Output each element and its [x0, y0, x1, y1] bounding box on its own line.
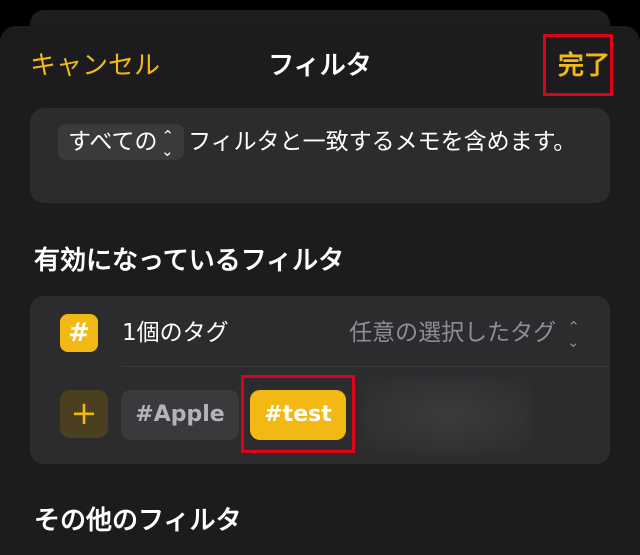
chevron-updown-icon: ⌃ ⌃: [567, 317, 580, 350]
done-button[interactable]: 完了: [558, 48, 610, 84]
tag-filter-card: # 1個のタグ 任意の選択したタグ ⌃ ⌃ + #Apple #test: [30, 296, 610, 464]
match-mode-card: すべての ⌃ ⌃ フィルタと一致するメモを含めます。: [30, 108, 610, 203]
tag-mode-value: 任意の選択したタグ: [349, 320, 557, 346]
page-title: フィルタ: [268, 51, 372, 81]
other-filters-heading: その他のフィルタ: [34, 506, 242, 536]
match-mode-value: すべての: [68, 129, 158, 155]
tag-chip-test[interactable]: #test: [250, 390, 346, 440]
blurred-tag-area: [362, 376, 532, 454]
match-sentence: フィルタと一致するメモを含めます。: [188, 129, 577, 155]
cancel-button[interactable]: キャンセル: [30, 48, 160, 84]
tag-count-label: 1個のタグ: [122, 320, 229, 346]
tag-mode-select[interactable]: 任意の選択したタグ ⌃ ⌃: [349, 314, 580, 352]
tag-chip-apple[interactable]: #Apple: [121, 390, 239, 440]
match-mode-select[interactable]: すべての ⌃ ⌃: [58, 124, 185, 160]
row-divider: [122, 366, 610, 367]
filter-sheet: [0, 26, 640, 555]
hashtag-icon: #: [60, 314, 98, 352]
chevron-updown-icon: ⌃ ⌃: [161, 126, 175, 159]
add-tag-button[interactable]: +: [60, 390, 108, 438]
active-filters-heading: 有効になっているフィルタ: [34, 246, 345, 276]
